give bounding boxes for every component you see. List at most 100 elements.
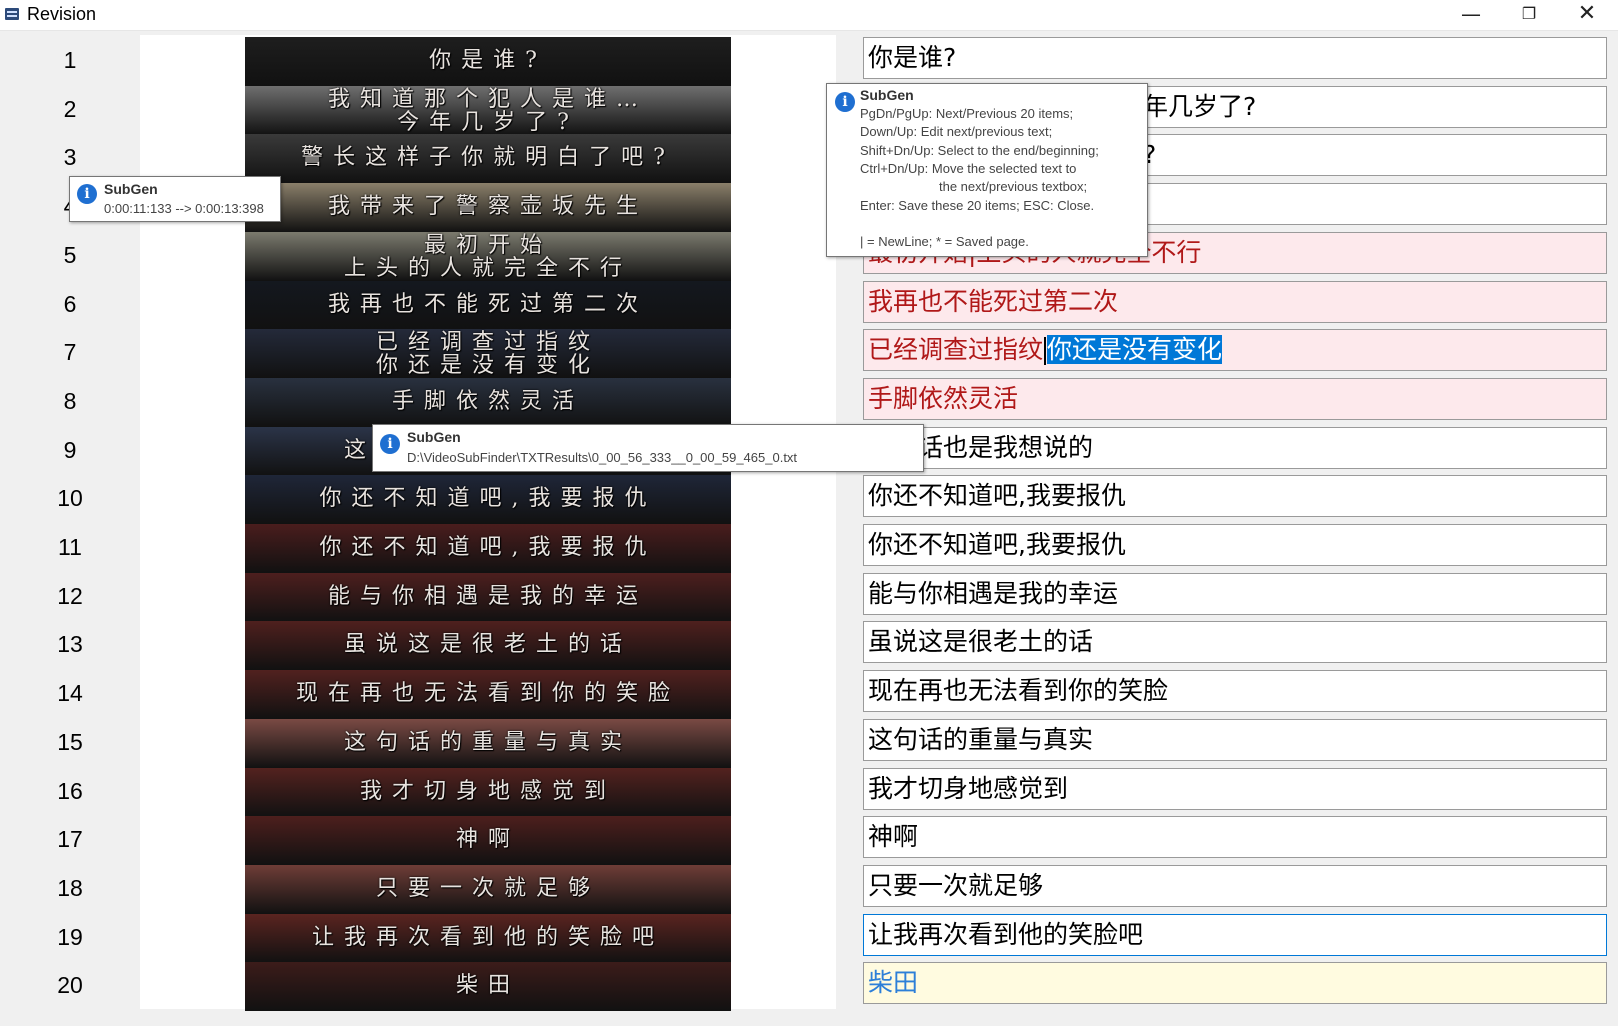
textbox-text: 已经调查过指纹 [868,335,1044,365]
subtitle-textbox[interactable]: 你是谁? [863,37,1607,79]
help-tooltip: i SubGen PgDn/PgUp: Next/Previous 20 ite… [826,83,1148,257]
frame-subtitle-line: 你还不知道吧,我要报仇 [319,486,657,512]
frame-subtitle-line: 柴田 [455,973,520,999]
subtitle-textbox[interactable]: 现在再也无法看到你的笑脸 [863,670,1607,713]
tooltip-file-path: D:\VideoSubFinder\TXTResults\0_00_56_333… [407,450,798,465]
frame-subtitle-line: 最初开始 [423,232,552,258]
frame-subtitle-line: 我再也不能死过第二次 [327,291,648,317]
subtitle-frame-image: 你是谁? [245,37,731,86]
time-tooltip: i SubGen 0:00:11:133 --> 0:00:13:398 [69,176,281,222]
row-number: 1 [63,47,77,73]
textbox-text: 只要一次就足够 [868,870,1044,900]
textbox-text: 我才切身地感觉到 [868,773,1069,803]
subtitle-textbox[interactable]: 这句话也是我想说的 [863,426,1607,469]
row-number: 3 [63,144,77,171]
subtitle-frame-image: 柴田 [245,962,731,1012]
textbox-text: 你还不知道吧,我要报仇 [868,481,1126,511]
textbox-text: 这句话的重量与真实 [868,724,1094,754]
subtitle-textbox[interactable]: 神啊 [863,816,1607,859]
close-button[interactable]: ✕ [1558,0,1616,30]
subtitle-textbox[interactable]: 柴田 [863,962,1607,1005]
textbox-text: 让我再次看到他的笑脸吧 [868,919,1144,949]
subtitle-textbox[interactable]: 这句话的重量与真实 [863,718,1607,761]
textbox-text: 手脚依然灵活 [868,383,1019,413]
subtitle-frame-image: 我才切身地感觉到 [245,767,731,817]
subtitle-frame-image: 我带来了警察壶坂先生 [245,183,731,233]
frame-subtitle-line: 已经调查过指纹 [375,330,600,356]
info-icon: i [77,184,97,204]
tooltip-help-line: Shift+Dn/Up: Select to the end/beginning… [860,142,1099,158]
subtitle-textbox[interactable]: 让我再次看到他的笑脸吧 [863,913,1607,956]
subtitle-frame-image: 我知道那个犯人是谁… 今年几岁了? [245,85,731,135]
frame-subtitle-line: 今年几岁了? [397,109,579,135]
row-number: 19 [57,923,83,950]
textbox-text: 现在再也无法看到你的笑脸 [868,676,1169,706]
subtitle-frame-image: 最初开始 上头的人就完全不行 [245,231,731,281]
frame-subtitle-line: 警长这样子你就明白了吧? [301,145,675,171]
row-number: 13 [57,631,83,658]
tooltip-help-line: Enter: Save these 20 items; ESC: Close. [860,197,1095,213]
textbox-text: 神啊 [868,822,919,852]
text-caret [1044,337,1047,366]
subtitle-textbox[interactable]: 你还不知道吧,我要报仇 [863,475,1607,518]
row-number: 6 [63,290,77,317]
textbox-text: 柴田 [868,968,919,998]
frame-subtitle-line: 你是谁? [429,48,547,73]
window-title: Revision [27,4,97,24]
frame-subtitle-line: 上头的人就完全不行 [343,255,632,281]
frame-subtitle-line: 你还不知道吧,我要报仇 [319,535,657,560]
tooltip-title: SubGen [407,429,461,445]
row-number: 18 [57,874,83,901]
row-number: 8 [63,387,77,414]
subtitle-textbox[interactable]: 已经调查过指纹 你还是没有变化 [863,329,1607,372]
frame-subtitle-line: 只要一次就足够 [375,875,600,901]
row-number: 16 [57,777,83,804]
subtitle-frame-image: 警长这样子你就明白了吧? [245,134,731,184]
subtitle-textbox[interactable]: 手脚依然灵活 [863,377,1607,420]
subtitle-frame-image: 现在再也无法看到你的笑脸 [245,670,731,720]
tooltip-title: SubGen [104,181,158,197]
frame-subtitle-line: 神啊 [455,827,520,853]
subtitle-frame-image: 我再也不能死过第二次 [245,280,731,330]
subtitle-frame-image: 神啊 [245,816,731,866]
subtitle-textbox[interactable]: 虽说这是很老土的话 [863,621,1607,664]
subtitle-frame-image: 已经调查过指纹 你还是没有变化 [245,329,731,379]
row-number: 12 [57,582,83,609]
row-number: 20 [57,972,83,999]
row-number: 7 [63,339,77,366]
path-tooltip: i SubGen D:\VideoSubFinder\TXTResults\0_… [372,424,924,472]
row-number: 9 [63,436,77,463]
tooltip-help-line: | = NewLine; * = Saved page. [860,234,1029,250]
title-bar: Revision — ❐ ✕ [0,0,1618,31]
subtitle-frame-image: 你还不知道吧,我要报仇 [245,475,731,525]
textbox-text: 虽说这是很老土的话 [868,627,1094,657]
minimize-button[interactable]: — [1442,0,1500,30]
frame-subtitle-line: 现在再也无法看到你的笑脸 [295,681,680,707]
subtitle-textbox[interactable]: 只要一次就足够 [863,864,1607,907]
row-number: 15 [57,728,83,755]
subtitle-textbox[interactable]: 我再也不能死过第二次 [863,280,1607,323]
info-icon: i [380,434,400,454]
subtitle-frame-image: 你还不知道吧,我要报仇 [245,524,731,573]
selected-text: 你还是没有变化 [1047,335,1223,365]
textbox-text: 你是谁? [868,43,957,72]
subtitle-textbox[interactable]: 你还不知道吧,我要报仇 [863,524,1607,566]
row-number: 17 [57,826,83,853]
textbox-text: 我再也不能死过第二次 [868,286,1119,316]
restore-button[interactable]: ❐ [1500,0,1558,30]
tooltip-help-line: Ctrl+Dn/Up: Move the selected text to [860,160,1077,176]
frame-subtitle-line: 我知道那个犯人是谁… [327,86,648,112]
info-icon: i [835,92,855,112]
row-number: 10 [57,485,83,512]
subtitle-textbox[interactable]: 我才切身地感觉到 [863,767,1607,810]
app-icon [5,8,19,20]
subtitle-textbox[interactable]: 能与你相遇是我的幸运 [863,572,1607,615]
frame-subtitle-line: 让我再次看到他的笑脸吧 [311,924,664,950]
frame-subtitle-line: 能与你相遇是我的幸运 [327,583,648,609]
textbox-text: 能与你相遇是我的幸运 [868,578,1119,608]
frame-subtitle-line: 我带来了警察壶坂先生 [327,194,648,220]
tooltip-help-line: Down/Up: Edit next/previous text; [860,124,1053,140]
subtitle-frame-image: 虽说这是很老土的话 [245,621,731,671]
row-number: 2 [63,95,77,122]
subtitle-frame-image: 只要一次就足够 [245,864,731,914]
